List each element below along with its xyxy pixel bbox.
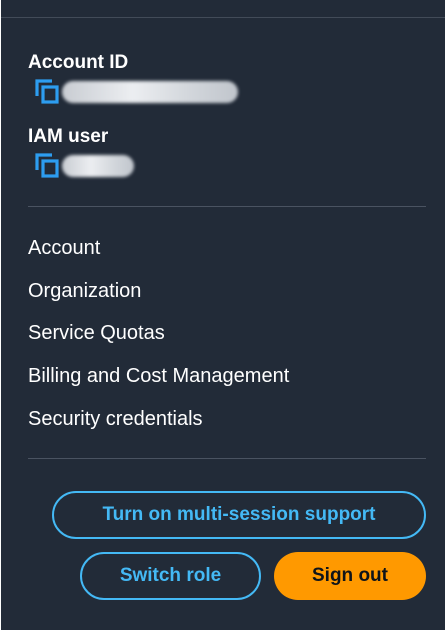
multi-session-button[interactable]: Turn on multi-session support — [52, 491, 426, 539]
account-id-row — [34, 78, 238, 106]
account-id-value-redacted — [62, 81, 238, 103]
menu-item-account[interactable]: Account — [28, 236, 100, 260]
copy-icon[interactable] — [34, 152, 62, 180]
switch-role-button[interactable]: Switch role — [80, 552, 261, 600]
iam-user-row — [34, 152, 134, 180]
copy-icon[interactable] — [34, 78, 62, 106]
section-divider — [28, 458, 426, 459]
sign-out-button[interactable]: Sign out — [274, 552, 426, 600]
menu-item-service-quotas[interactable]: Service Quotas — [28, 321, 165, 345]
top-divider — [1, 17, 445, 18]
account-id-label: Account ID — [28, 52, 129, 73]
section-divider — [28, 206, 426, 207]
menu-item-security-credentials[interactable]: Security credentials — [28, 407, 203, 431]
iam-user-label: IAM user — [28, 126, 109, 147]
iam-user-value-redacted — [62, 155, 134, 177]
menu-item-organization[interactable]: Organization — [28, 279, 141, 303]
account-menu-panel: Account ID IAM user Account Organization… — [1, 0, 445, 630]
menu-item-billing[interactable]: Billing and Cost Management — [28, 364, 289, 388]
